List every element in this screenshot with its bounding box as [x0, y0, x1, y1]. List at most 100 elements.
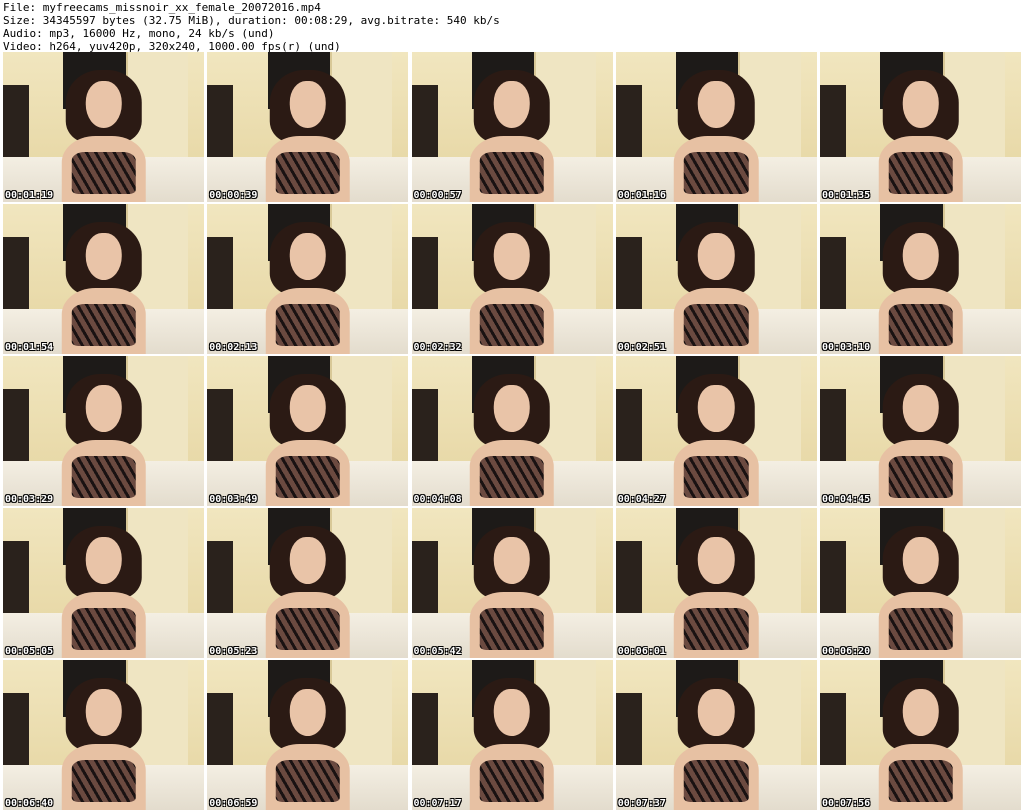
shelf: [3, 541, 30, 624]
video-thumbnail: 00:04:08: [411, 356, 613, 506]
top-shape: [275, 151, 340, 195]
thumbnail-grid: 00:01:19 00:00:39 00:00:57 00:01:16 00:01:35…: [3, 52, 1021, 810]
shelf: [615, 693, 642, 776]
video-thumbnail: 00:04:45: [820, 356, 1021, 506]
person-figure: [462, 526, 563, 658]
top-shape: [888, 759, 953, 803]
shelf: [3, 237, 30, 320]
frame-timestamp: 00:02:32: [413, 342, 462, 353]
top-shape: [275, 303, 340, 347]
person-figure: [53, 526, 154, 658]
video-thumbnail: 00:04:27: [615, 356, 817, 506]
file-info-header: File: myfreecams_missnoir_xx_female_2007…: [3, 1, 500, 53]
person-figure: [870, 222, 971, 354]
top-shape: [275, 455, 340, 499]
person-figure: [870, 526, 971, 658]
shelf: [820, 85, 847, 168]
top-shape: [275, 607, 340, 651]
video-thumbnail: 00:02:32: [411, 204, 613, 354]
frame-timestamp: 00:05:05: [5, 646, 54, 657]
frame-timestamp: 00:00:57: [413, 190, 462, 201]
video-thumbnail: 00:01:19: [3, 52, 204, 202]
top-shape: [71, 607, 136, 651]
shelf: [820, 693, 847, 776]
person-figure: [666, 222, 767, 354]
person-figure: [53, 222, 154, 354]
shelf: [3, 389, 30, 472]
shelf: [411, 541, 438, 624]
person-figure: [462, 222, 563, 354]
shelf: [207, 237, 234, 320]
frame-timestamp: 00:03:49: [209, 494, 258, 505]
video-thumbnail: 00:02:13: [207, 204, 409, 354]
frame-timestamp: 00:03:29: [5, 494, 54, 505]
top-shape: [684, 759, 749, 803]
shelf: [615, 541, 642, 624]
person-figure: [53, 374, 154, 506]
video-thumbnail: 00:06:20: [820, 508, 1021, 658]
video-thumbnail: 00:03:29: [3, 356, 204, 506]
frame-timestamp: 00:01:16: [617, 190, 666, 201]
shelf: [411, 85, 438, 168]
video-thumbnail: 00:01:16: [615, 52, 817, 202]
frame-timestamp: 00:06:01: [617, 646, 666, 657]
top-shape: [684, 303, 749, 347]
frame-timestamp: 00:05:23: [209, 646, 258, 657]
top-shape: [684, 151, 749, 195]
top-shape: [275, 759, 340, 803]
video-thumbnail: 00:07:17: [411, 660, 613, 810]
person-figure: [258, 70, 359, 202]
frame-timestamp: 00:02:13: [209, 342, 258, 353]
person-figure: [258, 678, 359, 810]
person-figure: [258, 374, 359, 506]
frame-timestamp: 00:06:59: [209, 798, 258, 809]
frame-timestamp: 00:00:39: [209, 190, 258, 201]
person-figure: [258, 222, 359, 354]
video-thumbnail: 00:03:49: [207, 356, 409, 506]
video-thumbnail: 00:00:39: [207, 52, 409, 202]
top-shape: [71, 455, 136, 499]
top-shape: [479, 759, 545, 803]
top-shape: [479, 151, 545, 195]
top-shape: [71, 303, 136, 347]
person-figure: [53, 70, 154, 202]
top-shape: [479, 607, 545, 651]
shelf: [411, 237, 438, 320]
top-shape: [888, 455, 953, 499]
top-shape: [888, 151, 953, 195]
shelf: [207, 389, 234, 472]
shelf: [207, 693, 234, 776]
shelf: [3, 693, 30, 776]
person-figure: [462, 374, 563, 506]
video-thumbnail: 00:01:54: [3, 204, 204, 354]
person-figure: [462, 678, 563, 810]
audio-info-line: Audio: mp3, 16000 Hz, mono, 24 kb/s (und…: [3, 27, 275, 40]
shelf: [615, 237, 642, 320]
video-thumbnail: 00:05:05: [3, 508, 204, 658]
video-thumbnail: 00:07:56: [820, 660, 1021, 810]
file-name-line: File: myfreecams_missnoir_xx_female_2007…: [3, 1, 321, 14]
file-size-line: Size: 34345597 bytes (32.75 MiB), durati…: [3, 14, 500, 27]
person-figure: [666, 526, 767, 658]
video-thumbnail: 00:05:23: [207, 508, 409, 658]
shelf: [411, 389, 438, 472]
person-figure: [870, 374, 971, 506]
top-shape: [684, 607, 749, 651]
person-figure: [258, 526, 359, 658]
shelf: [820, 389, 847, 472]
frame-timestamp: 00:01:35: [822, 190, 871, 201]
video-thumbnail: 00:06:40: [3, 660, 204, 810]
shelf: [411, 693, 438, 776]
video-thumbnail: 00:06:59: [207, 660, 409, 810]
frame-timestamp: 00:05:42: [413, 646, 462, 657]
top-shape: [71, 759, 136, 803]
shelf: [820, 237, 847, 320]
person-figure: [666, 678, 767, 810]
video-thumbnail: 00:06:01: [615, 508, 817, 658]
shelf: [207, 541, 234, 624]
frame-timestamp: 00:06:20: [822, 646, 871, 657]
shelf: [615, 85, 642, 168]
top-shape: [479, 303, 545, 347]
video-thumbnail: 00:00:57: [411, 52, 613, 202]
person-figure: [462, 70, 563, 202]
